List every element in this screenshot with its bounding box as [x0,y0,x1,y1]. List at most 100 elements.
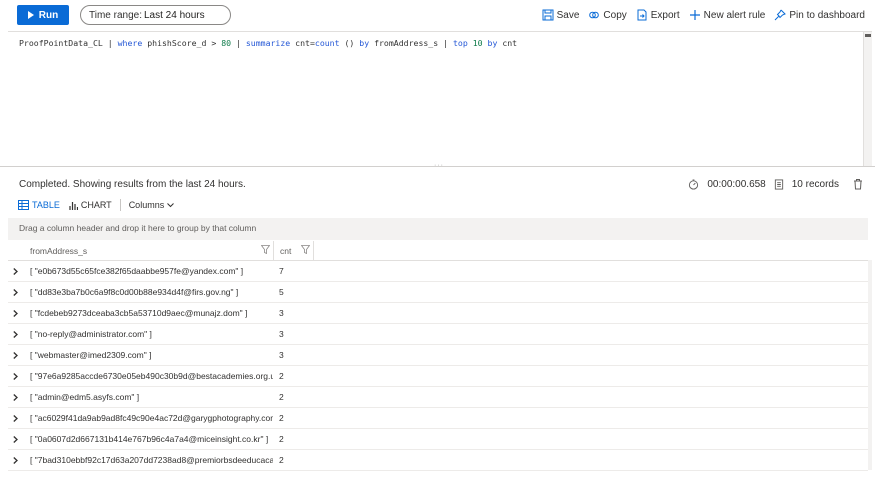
cell-count: 2 [279,455,284,465]
cell-count: 2 [279,413,284,423]
results-grid: fromAddress_s cnt [ "e0b673d55c65fce382f… [8,240,868,471]
chevron-right-icon[interactable] [8,267,23,275]
query-editor[interactable]: ProofPointData_CL | where phishScore_d >… [8,31,872,167]
new-alert-label: New alert rule [703,9,766,21]
query-where-keyword: where [117,38,143,48]
query-status: Completed. Showing results from the last… [19,179,246,190]
filter-icon[interactable] [300,244,311,256]
pin-label: Pin to dashboard [789,9,865,21]
query-top-n: 10 [472,38,483,48]
query-by-keyword: by [359,38,370,48]
cell-from-address: [ "97e6a9285accde6730e05eb490c30b9d@best… [30,371,273,381]
splitter-grip-icon[interactable]: ··· [434,162,444,169]
table-row[interactable]: [ "webmaster@imed2309.com" ] 3 [8,345,868,366]
time-range-value: Last 24 hours [143,9,205,21]
pane-splitter[interactable]: ··· [0,162,875,170]
grid-body: [ "e0b673d55c65fce382f65daabbe957fe@yand… [8,261,868,471]
table-icon [18,200,29,210]
export-button[interactable]: Export [636,9,680,21]
table-row[interactable]: [ "admin@edm5.asyfs.com" ] 2 [8,387,868,408]
chevron-right-icon[interactable] [8,456,23,464]
tab-chart[interactable]: CHART [69,200,112,210]
cell-count: 7 [279,266,284,276]
chevron-right-icon[interactable] [8,414,23,422]
copy-button[interactable]: Copy [588,9,627,21]
pin-to-dashboard-button[interactable]: Pin to dashboard [774,9,865,21]
cell-count: 3 [279,308,284,318]
export-label: Export [650,9,680,21]
time-range-picker[interactable]: Time range: Last 24 hours [80,5,231,25]
table-row[interactable]: [ "0a0607d2d667131b414e767b96c4a7a4@mice… [8,429,868,450]
editor-scrollbar[interactable] [863,32,872,167]
header-filler [313,240,868,261]
cell-from-address: [ "7bad310ebbf92c17d63a207dd7238ad8@prem… [30,455,273,465]
cell-count: 3 [279,329,284,339]
cell-from-address: [ "ac6029f41da9ab9ad8fc49c90e4ac72d@gary… [30,413,273,423]
query-pipe: | [443,38,449,48]
cell-from-address: [ "e0b673d55c65fce382f65daabbe957fe@yand… [30,266,244,276]
cell-count: 2 [279,371,284,381]
results-summary: 00:00:00.658 10 records [688,178,863,190]
table-row[interactable]: [ "97e6a9285accde6730e05eb490c30b9d@best… [8,366,868,387]
cell-from-address: [ "webmaster@imed2309.com" ] [30,350,152,360]
export-icon [636,9,648,21]
chart-icon [69,201,78,210]
query-threshold: 80 [221,38,232,48]
table-row[interactable]: [ "ac6029f41da9ab9ad8fc49c90e4ac72d@gary… [8,408,868,429]
group-by-hint: Drag a column header and drop it here to… [19,223,257,233]
cell-count: 2 [279,392,284,402]
table-row[interactable]: [ "7bad310ebbf92c17d63a207dd7238ad8@prem… [8,450,868,471]
new-alert-rule-button[interactable]: New alert rule [689,9,766,21]
chevron-right-icon[interactable] [8,435,23,443]
table-row[interactable]: [ "fcdebeb9273dceaba3cb5a53710d9aec@muna… [8,303,868,324]
chevron-right-icon[interactable] [8,393,23,401]
cell-from-address: [ "no-reply@administrator.com" ] [30,329,152,339]
query-line: ProofPointData_CL | where phishScore_d >… [19,38,517,48]
query-toolbar: Run Time range: Last 24 hours Save Copy … [0,0,875,30]
copy-label: Copy [603,9,627,21]
expand-column-header [8,241,23,261]
save-button[interactable]: Save [542,9,580,21]
save-icon [542,9,554,21]
pin-icon [774,9,787,21]
cell-from-address: [ "0a0607d2d667131b414e767b96c4a7a4@mice… [30,434,269,444]
group-by-drop-zone[interactable]: Drag a column header and drop it here to… [8,218,868,240]
column-header-fromaddress[interactable]: fromAddress_s [23,241,273,261]
cell-from-address: [ "admin@edm5.asyfs.com" ] [30,392,140,402]
query-group-field: fromAddress_s [374,38,439,48]
filter-icon[interactable] [260,244,271,256]
delete-icon[interactable] [853,178,863,190]
save-label: Save [556,9,580,21]
play-icon [27,11,34,19]
query-summarize-keyword: summarize [245,38,291,48]
tab-table-label: TABLE [32,200,60,210]
grid-scrollbar[interactable] [868,260,872,470]
chevron-down-icon [167,202,175,208]
run-button[interactable]: Run [17,5,69,25]
cell-count: 5 [279,287,284,297]
columns-label: Columns [128,200,165,210]
cell-from-address: [ "dd83e3ba7b0c6a9f8c0d00b88e934d4f@firs… [30,287,239,297]
query-parens: () [344,38,355,48]
query-field: phishScore_d [147,38,207,48]
column-header-label: cnt [280,245,292,256]
query-sort-field: cnt [502,38,518,48]
query-table: ProofPointData_CL [19,38,103,48]
columns-dropdown[interactable]: Columns [129,200,175,210]
query-by-keyword: by [487,38,498,48]
record-count: 10 records [791,178,839,190]
editor-scroll-thumb[interactable] [865,34,871,37]
tab-divider [119,199,121,211]
column-header-cnt[interactable]: cnt [273,240,313,261]
tab-table[interactable]: TABLE [18,200,60,210]
chevron-right-icon[interactable] [8,288,23,296]
table-row[interactable]: [ "dd83e3ba7b0c6a9f8c0d00b88e934d4f@firs… [8,282,868,303]
chevron-right-icon[interactable] [8,309,23,317]
table-row[interactable]: [ "no-reply@administrator.com" ] 3 [8,324,868,345]
chevron-right-icon[interactable] [8,372,23,380]
time-range-prefix: Time range: [89,9,142,21]
chevron-right-icon[interactable] [8,351,23,359]
table-row[interactable]: [ "e0b673d55c65fce382f65daabbe957fe@yand… [8,261,868,282]
query-duration: 00:00:00.658 [707,178,766,190]
chevron-right-icon[interactable] [8,330,23,338]
